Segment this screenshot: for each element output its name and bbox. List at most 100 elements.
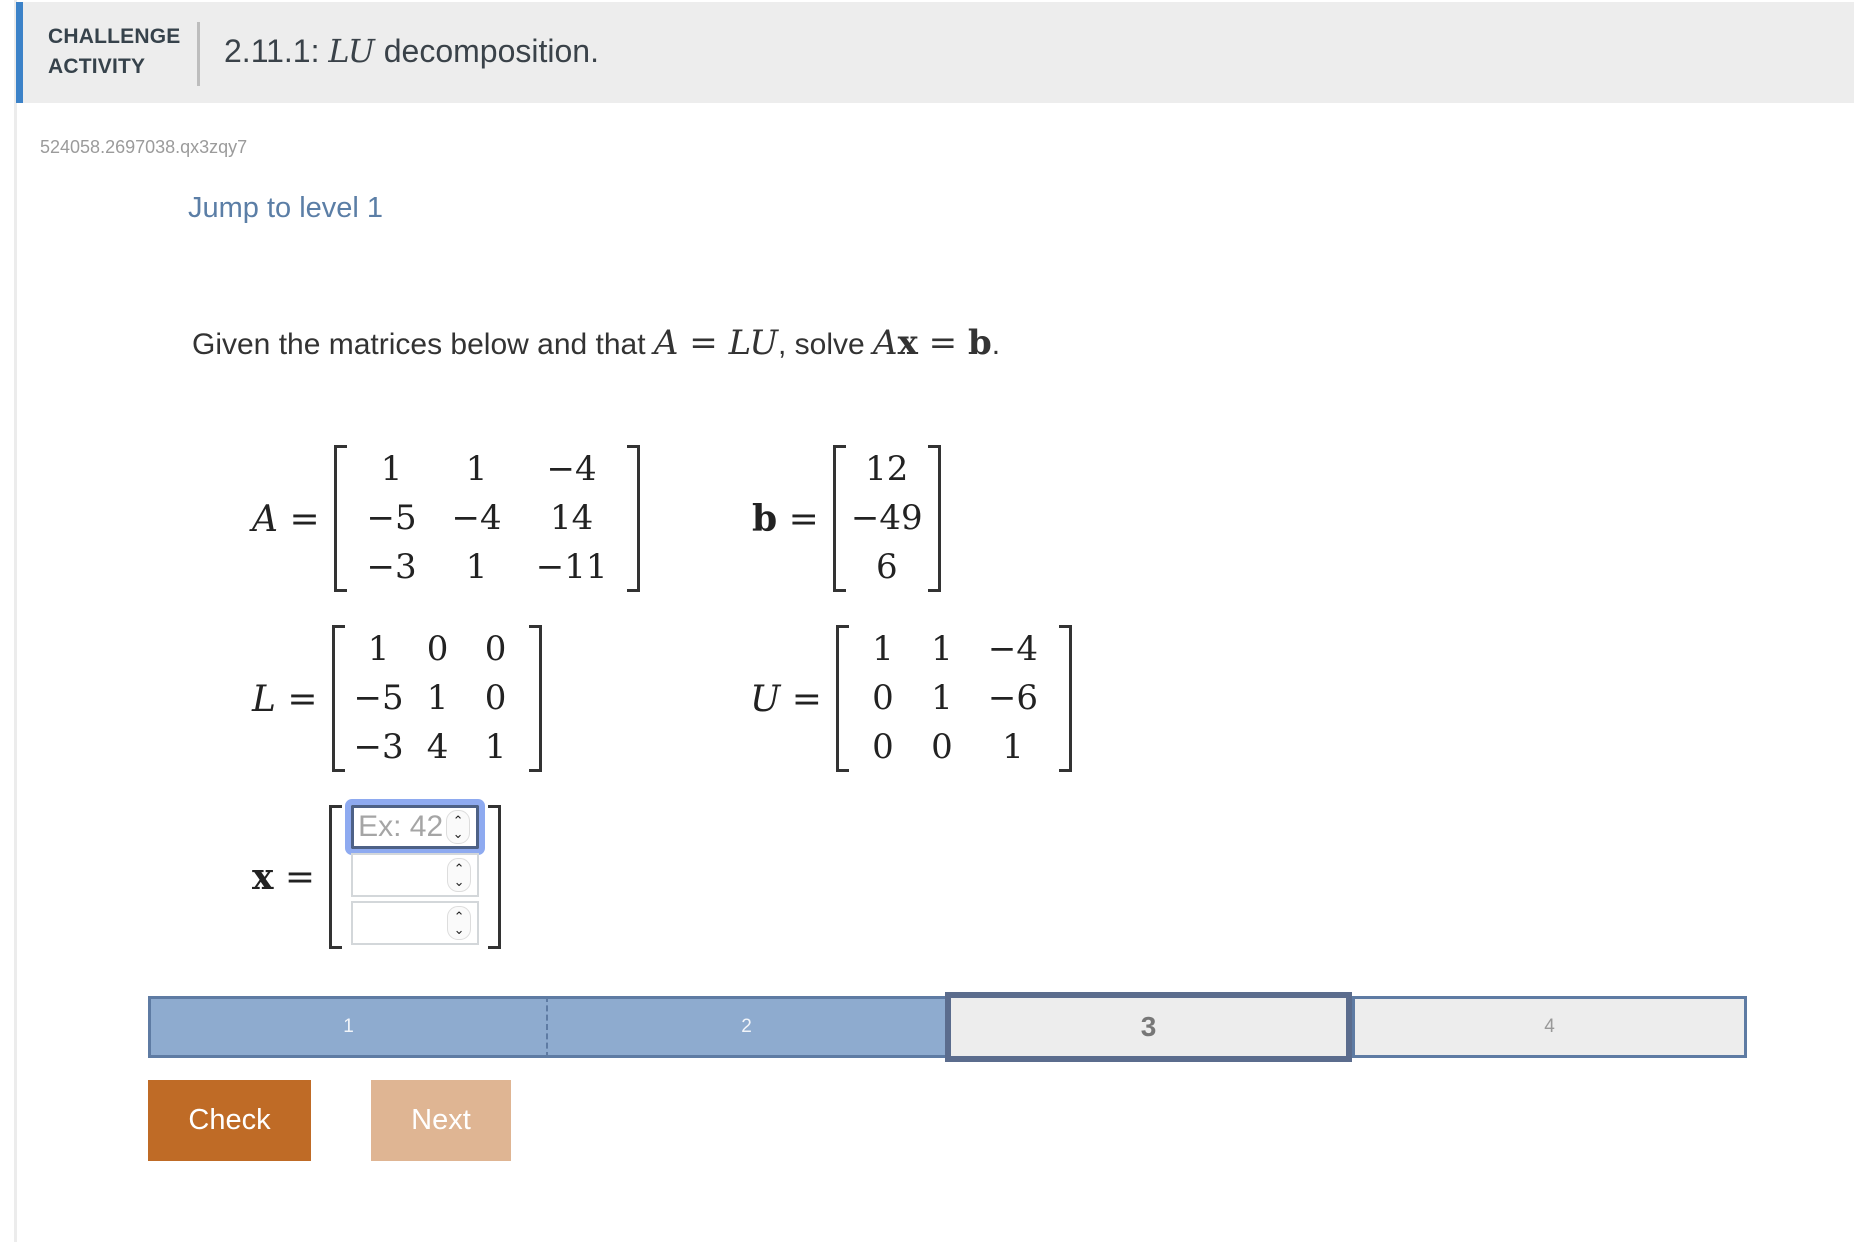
vector-x-label: x =	[252, 856, 315, 898]
prompt-math: LU	[728, 323, 778, 363]
prompt-text: .	[991, 328, 1001, 361]
prompt-text: Given the matrices below and that	[192, 328, 654, 361]
matrix-U-cell: 0	[931, 727, 953, 767]
title-text: decomposition.	[374, 33, 599, 69]
label-symbol: U	[750, 678, 781, 720]
activity-header: CHALLENGE ACTIVITY 2.11.1: LU decomposit…	[16, 2, 1854, 103]
matrix-U-brackets: 1 1 −4 0 1 −6 0 0 1	[835, 625, 1072, 772]
label-symbol: x	[252, 856, 274, 898]
chevron-down-icon[interactable]: ⌄	[453, 827, 464, 840]
equals-sign: =	[275, 678, 318, 720]
matrix-U-equation: U = 1 1 −4 0 1 −6 0 0 1	[750, 625, 1072, 772]
x1-field[interactable]	[354, 810, 453, 844]
matrix-A-cell: 1	[465, 547, 488, 587]
activity-title: 2.11.1: LU decomposition.	[224, 32, 599, 70]
answer-input-x2[interactable]: ⌃ ⌄	[351, 853, 480, 897]
vector-b-label: b =	[752, 498, 819, 540]
matrix-A-cell: 1	[465, 449, 488, 489]
equals-sign: =	[780, 678, 822, 720]
x3-spinner[interactable]: ⌃ ⌄	[447, 906, 472, 940]
x1-spinner[interactable]: ⌃ ⌄	[446, 810, 471, 844]
matrix-U-cell: 0	[872, 678, 894, 718]
prompt-math: b	[967, 323, 992, 363]
x2-field[interactable]	[353, 858, 452, 892]
chevron-down-icon[interactable]: ⌄	[454, 923, 465, 936]
matrix-U-cell: 0	[872, 727, 894, 767]
activity-type-line1: CHALLENGE	[48, 25, 181, 48]
matrix-A-cell: −4	[546, 449, 597, 489]
matrix-b-cell: 6	[875, 547, 898, 587]
matrix-U-label: U =	[750, 678, 822, 720]
matrix-b-cell: 12	[865, 449, 909, 489]
answer-brackets: ⌃⌄ ⌃⌄ ⌃⌄	[329, 799, 502, 949]
activity-id: 524058.2697038.qx3zqy7	[40, 137, 248, 157]
answer-inputs: ⌃⌄ ⌃⌄ ⌃⌄	[329, 799, 501, 949]
matrix-U-cell: 1	[931, 629, 953, 669]
matrix-L-brackets: 1 0 0 −5 1 0 −3 4 1	[331, 625, 542, 772]
vector-b-brackets: 12 −49 6	[832, 445, 941, 592]
prompt-math: =	[917, 323, 968, 363]
page-left-rule	[14, 0, 17, 1242]
matrix-A-cell: 14	[549, 498, 594, 538]
matrix-U-cell: 1	[931, 678, 953, 718]
level-4-segment[interactable]: 4	[1352, 996, 1747, 1058]
matrix-L-cell: −3	[353, 727, 404, 767]
matrix-L-label: L =	[252, 678, 318, 720]
matrix-A-cell: −5	[366, 498, 417, 538]
header-accent-bar	[16, 2, 23, 103]
vector-b: 12 −49 6	[833, 445, 941, 592]
matrix-L-cell: 4	[426, 727, 449, 767]
matrix-L-cell: 0	[426, 629, 449, 669]
level-2-segment[interactable]: 2	[548, 996, 945, 1058]
matrix-L: 1 0 0 −5 1 0 −3 4 1	[332, 625, 542, 772]
matrix-L-cell: 1	[426, 678, 449, 718]
matrix-A-cell: 1	[380, 449, 403, 489]
equals-sign: =	[273, 857, 316, 898]
matrix-L-cell: 1	[367, 629, 390, 669]
answer-input-x1[interactable]: ⌃⌄	[345, 799, 486, 855]
x3-field[interactable]	[353, 906, 452, 940]
matrix-A-label: A =	[252, 498, 320, 540]
answer-input-x3[interactable]: ⌃ ⌄	[351, 901, 480, 945]
prompt-math: =	[678, 323, 729, 363]
check-button[interactable]: Check	[148, 1080, 311, 1161]
matrix-A-cell: −11	[535, 547, 608, 587]
title-math: LU	[328, 32, 375, 70]
level-1-segment[interactable]: 1	[148, 996, 548, 1058]
answer-x-equation: x = ⌃⌄ ⌃⌄ ⌃⌄	[252, 799, 502, 949]
label-symbol: L	[252, 678, 276, 720]
title-number: 2.11.1:	[224, 33, 329, 69]
matrix-A-cell: −4	[451, 498, 502, 538]
matrix-U-cell: 1	[872, 629, 894, 669]
matrix-A-brackets: 1 1 −4 −5 −4 14 −3 1 −11	[333, 445, 640, 592]
matrix-A-equation: A = 1 1 −4 −5 −4 14 −3 1 −11	[252, 445, 640, 592]
equals-sign: =	[777, 498, 819, 540]
activity-type-label: CHALLENGE ACTIVITY	[48, 22, 180, 82]
vector-b-equation: b = 12 −49 6	[752, 445, 941, 592]
activity-type-line2: ACTIVITY	[48, 55, 146, 78]
matrix-L-cell: −5	[353, 678, 404, 718]
matrix-A-cell: −3	[366, 547, 417, 587]
label-symbol: A	[252, 498, 278, 540]
level-3-segment[interactable]: 3	[945, 992, 1352, 1062]
next-button[interactable]: Next	[371, 1080, 511, 1161]
matrix-L-cell: 0	[484, 629, 507, 669]
matrix-A: 1 1 −4 −5 −4 14 −3 1 −11	[334, 445, 640, 592]
jump-to-level-link[interactable]: Jump to level 1	[188, 192, 383, 225]
chevron-down-icon[interactable]: ⌄	[454, 875, 465, 888]
prompt-text: , solve	[777, 328, 874, 361]
x2-spinner[interactable]: ⌃ ⌄	[447, 858, 472, 892]
label-symbol: b	[752, 497, 778, 540]
matrix-L-cell: 0	[484, 678, 507, 718]
level-progress-bar: 1 2 3 4	[148, 992, 1747, 1062]
matrix-U-cell: 1	[1002, 727, 1024, 767]
matrix-U: 1 1 −4 0 1 −6 0 0 1	[836, 625, 1072, 772]
prompt-math: x	[897, 323, 918, 363]
prompt-math: A	[873, 323, 898, 363]
matrix-U-cell: −4	[987, 629, 1039, 669]
matrix-L-equation: L = 1 0 0 −5 1 0 −3 4 1	[252, 625, 542, 772]
header-divider	[197, 22, 200, 86]
problem-prompt: Given the matrices below and that A = LU…	[192, 323, 1000, 363]
matrix-U-cell: −6	[987, 678, 1039, 718]
equals-sign: =	[278, 498, 320, 540]
